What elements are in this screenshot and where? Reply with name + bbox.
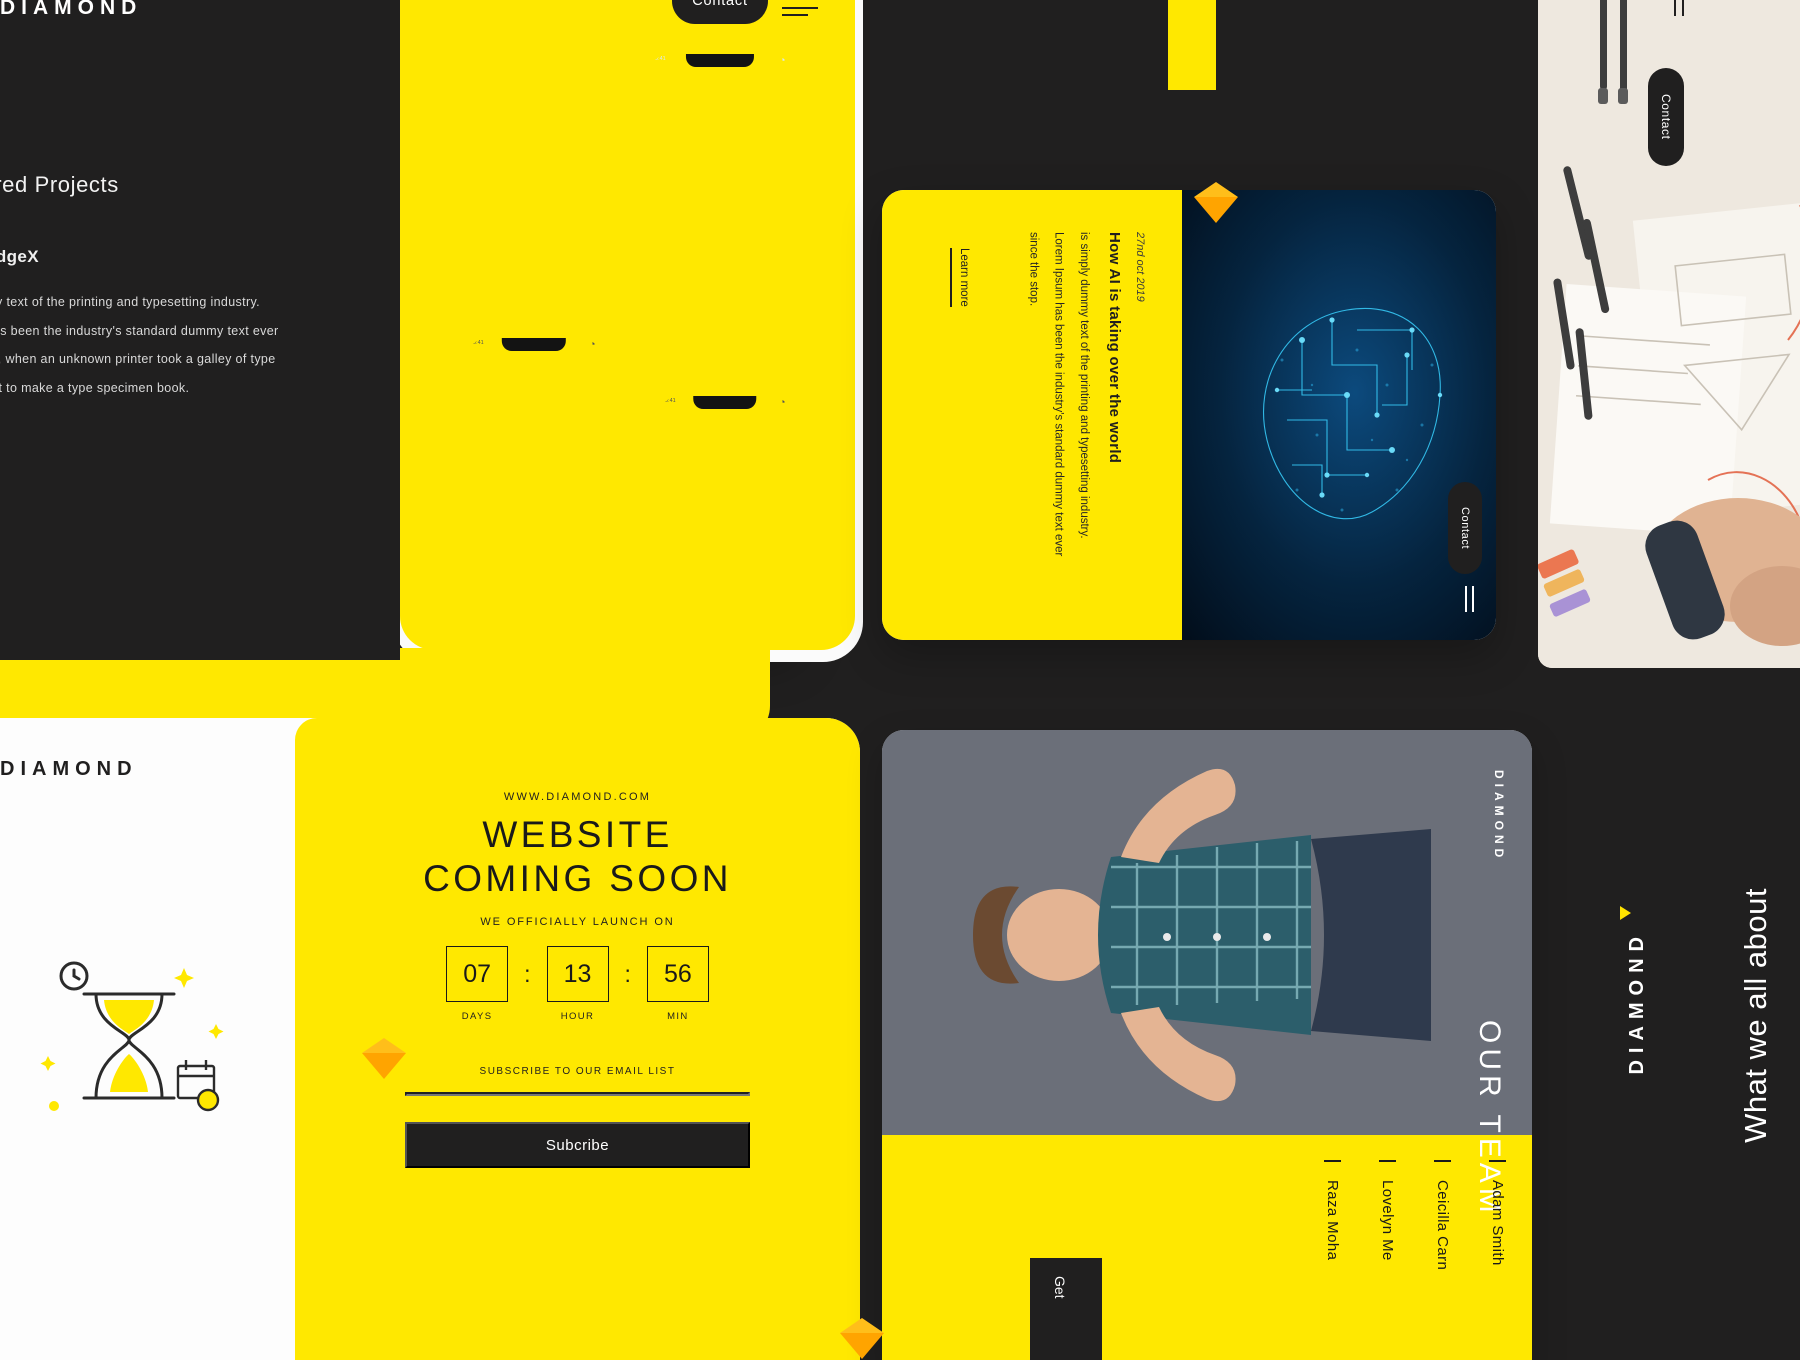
status-bar: 9:41 ▮ [665,398,785,404]
coming-soon-title-line2: COMING SOON [423,858,732,899]
list-item[interactable]: Raza Moha [1324,1160,1341,1350]
list-item[interactable]: Adam Smith [1489,1160,1506,1350]
article-body: is simply dummy text of the printing and… [1027,232,1090,557]
portfolio-collage: DIAMOND Featured Projects KnowledgeX is … [0,0,1800,1360]
about-strip-panel: DIAMOND What we all about [1538,668,1800,1360]
our-team-card: DIAMOND OUR TEAM Raza Moha Lovelyn Me Ce… [882,730,1532,1360]
subscribe-button[interactable]: Subcribe [405,1122,750,1168]
page-title: Featured Projects [0,172,119,197]
team-badge[interactable]: Get [1030,1258,1102,1360]
article-headline: How AI is taking over the world [1106,232,1123,464]
brand-logo: DIAMOND [1626,930,1648,1075]
countdown-timer: 07 DAYS : 13 HOUR : 56 MIN [295,946,860,1022]
about-heading: What we all about [1738,888,1773,1143]
contact-button[interactable]: Contact [1648,68,1684,166]
featured-projects-panel: DIAMOND Featured Projects KnowledgeX is … [0,0,400,660]
brand-logo: DIAMOND [0,0,143,19]
website-url: WWW.DIAMOND.COM [503,791,652,803]
coming-soon-card: DIAMOND WWW.DIAMOND.COM WEBSITE COMING S… [0,718,860,1360]
hourglass-icon [38,954,228,1114]
contact-button[interactable]: Contact [1448,482,1482,574]
countdown-separator: : [524,961,531,987]
team-photo-illustration [882,730,1532,1135]
coming-soon-title-line1: WEBSITE [482,814,673,855]
list-item[interactable]: Lovelyn Me [1379,1160,1396,1350]
contact-button[interactable]: Contact [672,0,768,24]
project-name: KnowledgeX [0,247,40,266]
ai-brain-circuit-image [1182,190,1496,640]
article-date: 27nd oct 2019 [1134,232,1146,302]
brand-logo: DIAMOND [0,758,138,780]
project-description: is simply dummy text of the printing and… [0,295,279,395]
email-input[interactable] [405,1092,750,1096]
status-bar: 9:41 ▮ [473,340,595,346]
learn-more-link[interactable]: Learn more [950,248,970,307]
countdown-days: 07 DAYS [446,946,509,1022]
hamburger-menu-icon[interactable] [782,2,818,21]
status-bar: 9:41 ▮ [655,56,785,62]
list-item[interactable]: Ceicilla Carn [1434,1160,1451,1350]
yellow-accent-tab [1168,0,1216,90]
mockup-showcase-panel [400,0,855,650]
launch-label: WE OFFICIALLY LAUNCH ON [480,916,675,928]
brand-logo: DIAMOND [1492,770,1506,863]
brain-circuit-graphic [1263,308,1443,520]
team-member-photo [882,730,1532,1135]
hamburger-menu-icon[interactable] [1668,0,1684,16]
hamburger-menu-icon[interactable] [1460,586,1474,612]
play-triangle-icon [1620,906,1631,920]
ai-article-card: 27nd oct 2019 How AI is taking over the … [882,190,1496,640]
team-member-list: Raza Moha Lovelyn Me Ceicilla Carn Adam … [1286,1160,1506,1350]
countdown-separator: : [624,961,631,987]
desk-photo-card: Contact [1538,0,1800,668]
countdown-hours: 13 HOUR [546,946,609,1022]
countdown-minutes: 56 MIN [646,946,709,1022]
